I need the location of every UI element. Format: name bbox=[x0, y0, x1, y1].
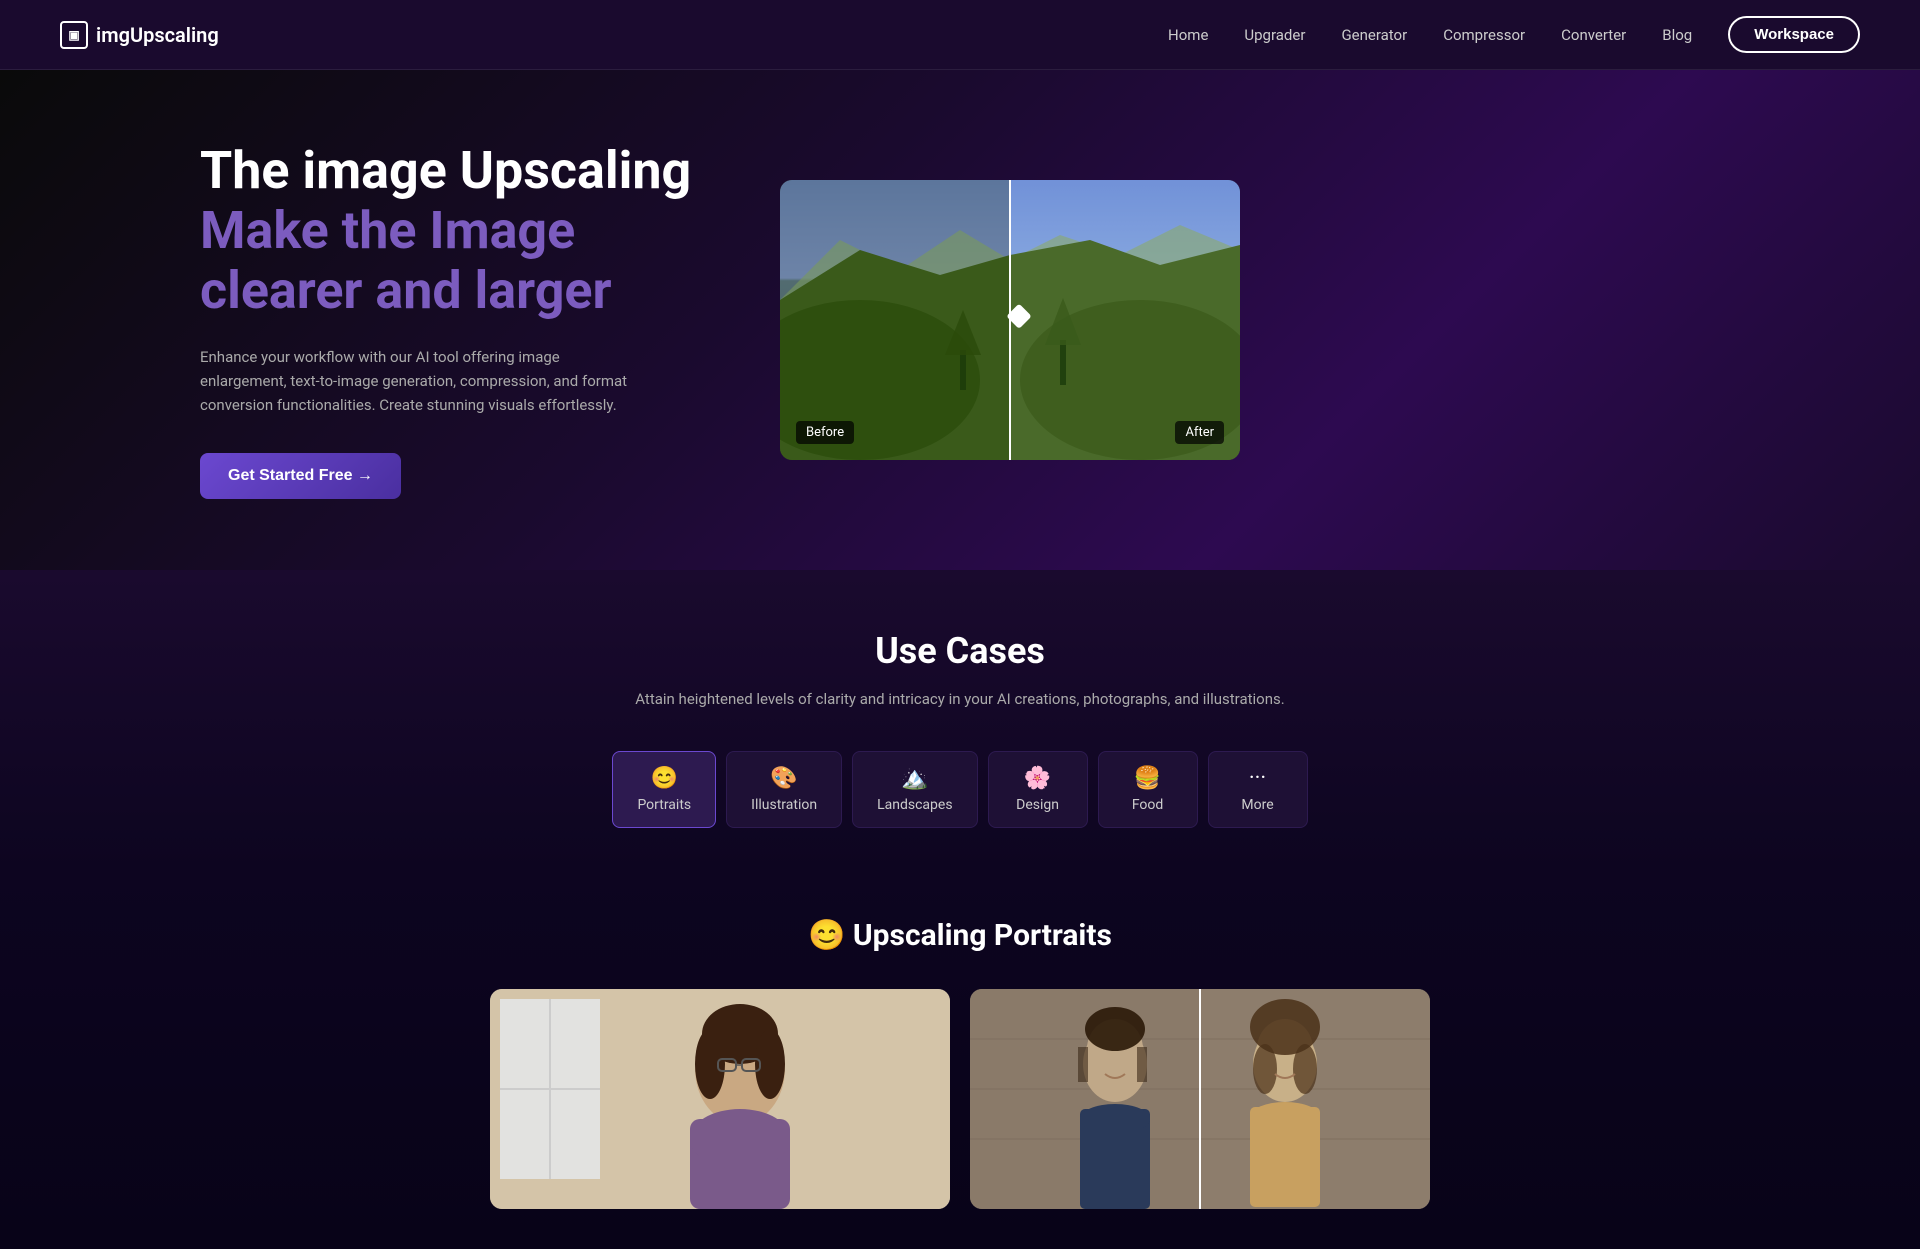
use-cases-title: Use Cases bbox=[40, 630, 1880, 672]
more-emoji: ··· bbox=[1249, 766, 1266, 791]
tab-portraits[interactable]: 😊 Portraits bbox=[612, 751, 716, 828]
logo[interactable]: ▣ imgUpscaling bbox=[60, 21, 219, 49]
food-emoji: 🍔 bbox=[1134, 766, 1161, 791]
portraits-section: 😊 Upscaling Portraits bbox=[0, 868, 1920, 1249]
use-cases-tabs: 😊 Portraits 🎨 Illustration 🏔️ Landscapes… bbox=[40, 751, 1880, 828]
before-after-image: Before After bbox=[780, 180, 1240, 460]
nav-link-compressor[interactable]: Compressor bbox=[1443, 26, 1525, 44]
tab-food[interactable]: 🍔 Food bbox=[1098, 751, 1198, 828]
portraits-label: Portraits bbox=[637, 797, 691, 813]
tab-landscapes[interactable]: 🏔️ Landscapes bbox=[852, 751, 977, 828]
tab-illustration[interactable]: 🎨 Illustration bbox=[726, 751, 842, 828]
image-wrapper: Before After bbox=[780, 180, 1240, 460]
hero-content: The image Upscaling Make the Image clear… bbox=[200, 141, 700, 498]
tab-design[interactable]: 🌸 Design bbox=[988, 751, 1088, 828]
portrait-card-2 bbox=[970, 989, 1430, 1209]
use-cases-section: Use Cases Attain heightened levels of cl… bbox=[0, 570, 1920, 868]
hero-title: The image Upscaling Make the Image clear… bbox=[200, 141, 700, 320]
portraits-section-title: 😊 Upscaling Portraits bbox=[40, 918, 1880, 953]
nav-links: Home Upgrader Generator Compressor Conve… bbox=[1168, 16, 1860, 53]
get-started-button[interactable]: Get Started Free → bbox=[200, 453, 401, 499]
portraits-grid bbox=[40, 989, 1880, 1209]
nav-link-blog[interactable]: Blog bbox=[1662, 26, 1692, 44]
nav-link-generator[interactable]: Generator bbox=[1341, 26, 1407, 44]
illustration-label: Illustration bbox=[751, 797, 817, 813]
illustration-emoji: 🎨 bbox=[770, 766, 797, 791]
hero-title-purple: Make the Image clearer and larger bbox=[200, 200, 612, 321]
portrait-card-1 bbox=[490, 989, 950, 1209]
landscapes-emoji: 🏔️ bbox=[901, 766, 928, 791]
hero-subtitle: Enhance your workflow with our AI tool o… bbox=[200, 345, 640, 417]
more-label: More bbox=[1241, 797, 1273, 813]
workspace-button[interactable]: Workspace bbox=[1728, 16, 1860, 53]
design-label: Design bbox=[1016, 797, 1059, 813]
before-label: Before bbox=[796, 421, 854, 444]
nav-link-converter[interactable]: Converter bbox=[1561, 26, 1626, 44]
nav-link-home[interactable]: Home bbox=[1168, 26, 1208, 44]
landscapes-label: Landscapes bbox=[877, 797, 952, 813]
use-cases-subtitle: Attain heightened levels of clarity and … bbox=[40, 688, 1880, 711]
navbar: ▣ imgUpscaling Home Upgrader Generator C… bbox=[0, 0, 1920, 70]
hero-section: The image Upscaling Make the Image clear… bbox=[0, 70, 1920, 570]
portrait-svg-2 bbox=[970, 989, 1430, 1209]
portraits-title-emoji: 😊 bbox=[808, 918, 845, 953]
hero-title-white: The image Upscaling bbox=[200, 140, 691, 201]
portraits-title-text: Upscaling Portraits bbox=[853, 918, 1112, 953]
nav-link-upgrader[interactable]: Upgrader bbox=[1244, 26, 1305, 44]
logo-text: imgUpscaling bbox=[96, 23, 219, 47]
design-emoji: 🌸 bbox=[1024, 766, 1051, 791]
portrait-svg-1 bbox=[490, 989, 950, 1209]
tab-more[interactable]: ··· More bbox=[1208, 751, 1308, 828]
after-label: After bbox=[1175, 421, 1224, 444]
logo-icon: ▣ bbox=[60, 21, 88, 49]
portraits-emoji: 😊 bbox=[651, 766, 678, 791]
food-label: Food bbox=[1132, 797, 1163, 813]
